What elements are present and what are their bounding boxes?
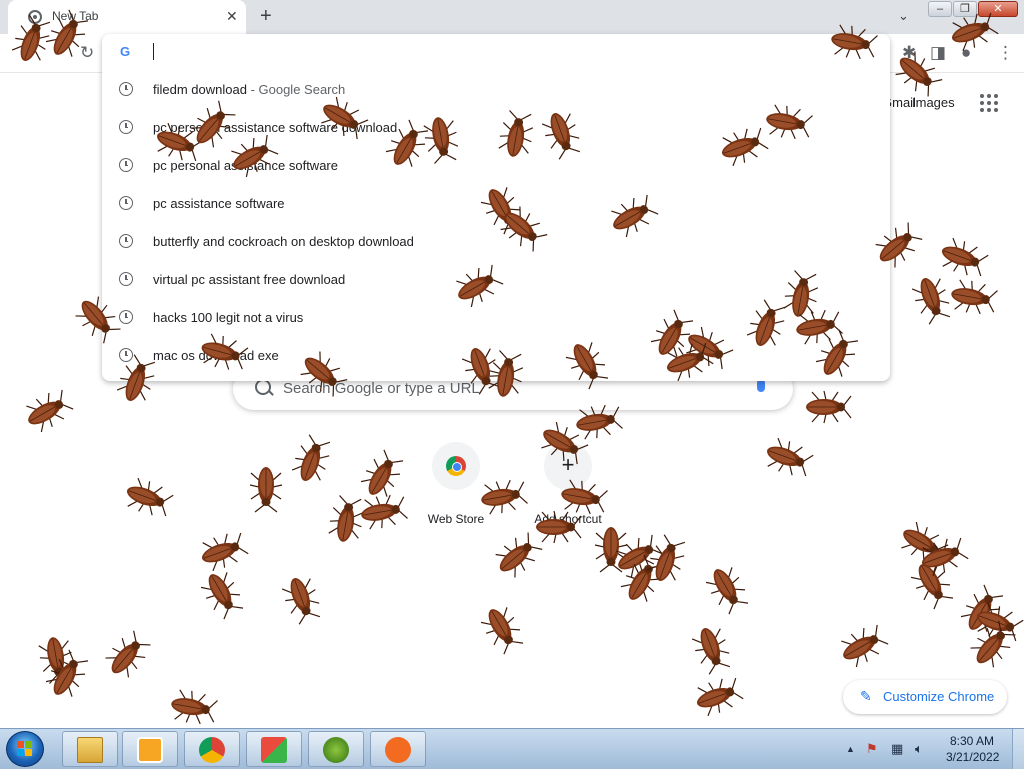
action-center-flag-icon[interactable]: ⚑ (866, 741, 878, 757)
cockroach-sprite (116, 472, 176, 522)
reload-icon[interactable]: ↻ (80, 43, 94, 63)
cockroach-sprite (276, 567, 326, 627)
minimize-button[interactable]: – (928, 1, 952, 17)
cockroach-sprite (352, 491, 409, 534)
search-icon (255, 379, 271, 395)
menu-icon[interactable]: ⋮ (997, 43, 1014, 63)
tray-expand-button[interactable]: ▲ (846, 744, 855, 754)
taskbar-explorer[interactable] (62, 731, 118, 767)
history-clock-icon (119, 272, 133, 286)
customize-chrome-button[interactable]: ✎ Customize Chrome (843, 680, 1007, 714)
media-player-icon (137, 737, 163, 763)
chrome-icon (199, 737, 225, 763)
tab-search-button[interactable]: ⌄ (898, 8, 909, 24)
tab-close-button[interactable]: ✕ (226, 8, 238, 24)
paint-icon (261, 737, 287, 763)
cockroach-sprite (473, 596, 528, 658)
suggestion-text: filedm download (153, 81, 247, 97)
show-desktop-button[interactable] (1012, 729, 1024, 769)
windows-taskbar: ▲ ⚑ ▦ 🔈︎ 8:30 AM 3/21/2022 (0, 728, 1024, 769)
cockroach-sprite (162, 686, 219, 729)
pencil-icon: ✎ (860, 688, 872, 704)
clock-date[interactable]: 3/21/2022 (946, 750, 999, 764)
google-g-icon: G (120, 44, 131, 59)
cockroach-sprite (249, 461, 283, 513)
cockroach-sprite (686, 672, 746, 722)
suggestion-text: pc assistance software (153, 195, 285, 211)
taskbar-paint[interactable] (246, 731, 302, 767)
network-icon[interactable]: ▦ (891, 741, 903, 757)
address-bar-input[interactable] (152, 40, 856, 64)
taskbar-chrome[interactable] (184, 731, 240, 767)
cockroach-sprite (472, 476, 529, 519)
history-clock-icon (119, 120, 133, 134)
suggestion-text: hacks 100 legit not a virus (153, 309, 304, 325)
cockroach-sprite (686, 617, 736, 677)
side-panel-icon[interactable]: ◨ (930, 43, 946, 63)
windows-flag-icon (17, 741, 33, 757)
taskbar-avast[interactable] (370, 731, 426, 767)
text-caret (153, 43, 154, 60)
shortcut-tile (432, 442, 480, 490)
taskbar-media-player[interactable] (122, 731, 178, 767)
volume-icon[interactable]: 🔈︎ (915, 741, 923, 757)
google-apps-icon[interactable] (980, 94, 1000, 114)
cockroach-sprite (800, 390, 852, 424)
customize-label: Customize Chrome (883, 689, 995, 704)
cockroach-sprite (96, 626, 155, 688)
history-clock-icon (119, 158, 133, 172)
history-clock-icon (119, 196, 133, 210)
cockroach-sprite (15, 384, 77, 439)
cockroach-sprite (286, 432, 336, 492)
cockroach-sprite (756, 432, 816, 482)
new-tab-button[interactable]: + (260, 5, 272, 27)
cockroach-sprite (830, 619, 892, 674)
clock-time[interactable]: 8:30 AM (950, 734, 994, 748)
cockroach-sprite (698, 556, 753, 618)
history-clock-icon (119, 234, 133, 248)
web-store-icon (446, 456, 466, 476)
explorer-icon (77, 737, 103, 763)
app-shield-icon (323, 737, 349, 763)
avast-icon (385, 737, 411, 763)
taskbar-shield-app[interactable] (308, 731, 364, 767)
suggestion-text: butterfly and cockroach on desktop downl… (153, 233, 414, 249)
cockroach-sprite (530, 510, 582, 544)
suggestion-text: virtual pc assistant free download (153, 271, 346, 287)
images-link[interactable]: Images (912, 95, 955, 110)
history-clock-icon (119, 82, 133, 96)
start-button[interactable] (6, 731, 44, 767)
